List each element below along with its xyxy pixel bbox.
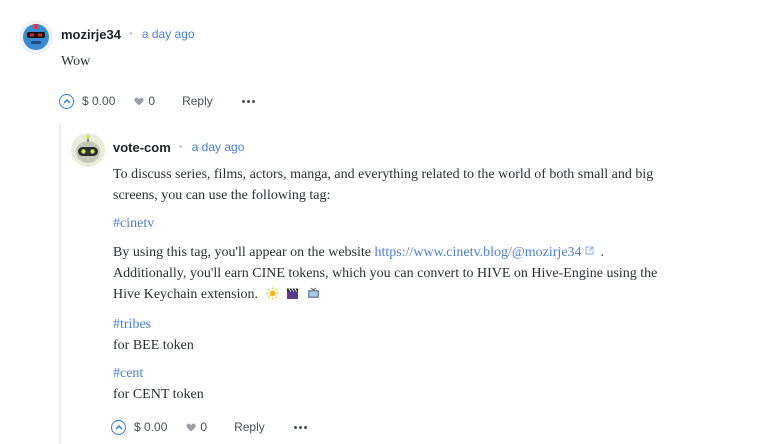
chevron-up-icon[interactable] bbox=[111, 419, 126, 435]
author-name[interactable]: mozirje34 bbox=[61, 27, 121, 42]
cent-description: for CENT token bbox=[113, 387, 204, 402]
hashtag-cent[interactable]: #cent bbox=[113, 366, 143, 381]
hashtag-tribes[interactable]: #tribes bbox=[113, 317, 151, 332]
reply-actions: $ 0.00 0 Reply bbox=[111, 417, 307, 437]
external-link-icon[interactable] bbox=[585, 241, 594, 262]
avatar-mozirje34[interactable] bbox=[19, 20, 53, 54]
reply-header: vote-com • a day ago bbox=[113, 137, 244, 157]
paragraph-tokens: Additionally, you'll earn CINE tokens, w… bbox=[113, 266, 658, 302]
paragraph-intro: To discuss series, films, actors, manga,… bbox=[113, 167, 654, 203]
comment-text: Wow bbox=[61, 54, 91, 69]
reply-button[interactable]: Reply bbox=[182, 94, 213, 108]
cinetv-link[interactable]: https://www.cinetv.blog/@mozirje34 bbox=[374, 245, 581, 260]
comment-thread: mozirje34 • a day ago Wow $ 0.00 0 Reply… bbox=[0, 0, 768, 444]
like-count: 0 bbox=[148, 94, 156, 108]
reply-button[interactable]: Reply bbox=[234, 420, 265, 434]
period: . bbox=[600, 245, 605, 260]
clapperboard-icon bbox=[286, 286, 299, 307]
payout-value[interactable]: $ 0.00 bbox=[134, 420, 167, 434]
separator-dot: • bbox=[128, 28, 133, 40]
separator-dot: • bbox=[178, 141, 183, 153]
sun-icon bbox=[266, 286, 279, 307]
hashtag-cinetv[interactable]: #cinetv bbox=[113, 216, 154, 231]
like-count: 0 bbox=[200, 420, 208, 434]
comment-actions: $ 0.00 0 Reply bbox=[59, 91, 255, 111]
reply-text: To discuss series, films, actors, manga,… bbox=[113, 164, 673, 412]
avatar-vote-com[interactable] bbox=[71, 133, 105, 167]
comment-header: mozirje34 • a day ago bbox=[61, 24, 195, 44]
author-name[interactable]: vote-com bbox=[113, 140, 171, 155]
tribes-description: for BEE token bbox=[113, 338, 194, 353]
more-dots-icon[interactable] bbox=[241, 99, 255, 103]
chevron-up-icon[interactable] bbox=[59, 93, 74, 109]
thread-line bbox=[59, 124, 61, 444]
timestamp[interactable]: a day ago bbox=[142, 27, 195, 41]
paragraph-website: By using this tag, you'll appear on the … bbox=[113, 245, 371, 260]
heart-icon[interactable] bbox=[134, 97, 144, 106]
heart-icon[interactable] bbox=[186, 423, 196, 432]
more-dots-icon[interactable] bbox=[293, 425, 307, 429]
timestamp[interactable]: a day ago bbox=[192, 140, 245, 154]
tv-icon bbox=[307, 286, 320, 307]
payout-value[interactable]: $ 0.00 bbox=[82, 94, 115, 108]
